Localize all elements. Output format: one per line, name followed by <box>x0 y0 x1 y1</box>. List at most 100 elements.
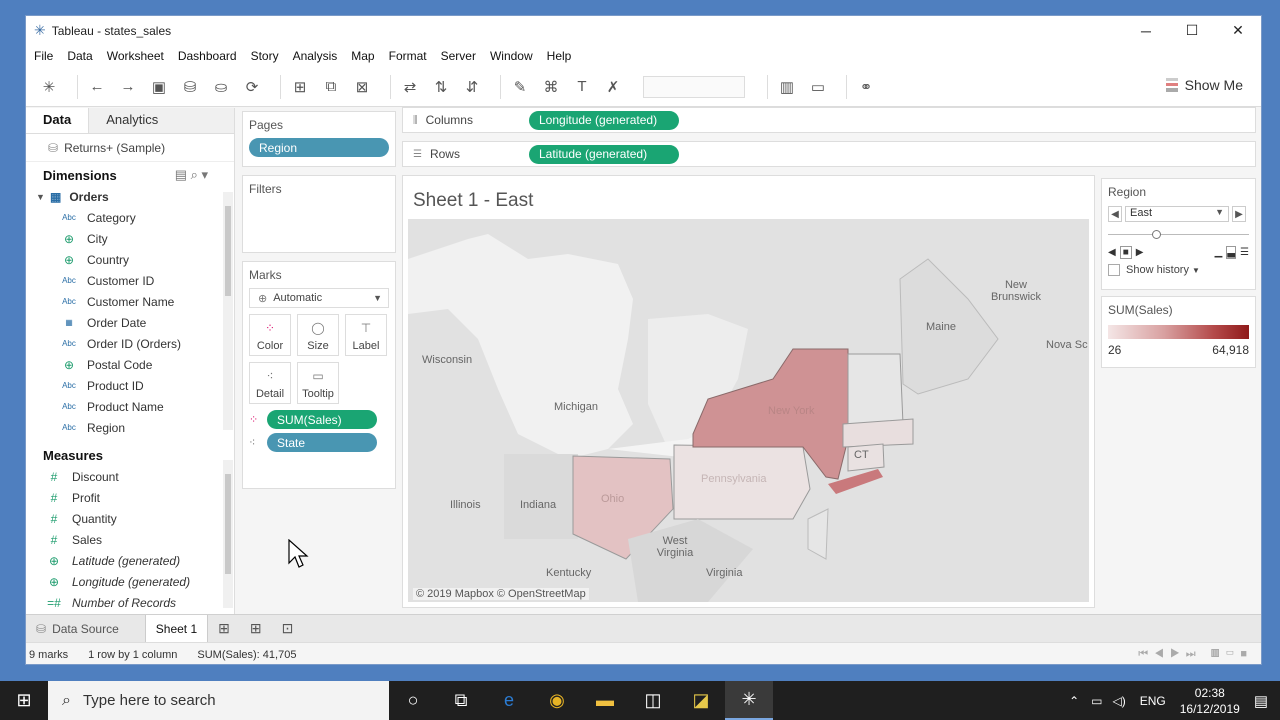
show-mark-labels-icon[interactable]: T <box>571 76 593 98</box>
refresh-icon[interactable]: ⟳ <box>241 76 263 98</box>
fit-dropdown[interactable] <box>643 75 745 98</box>
speed-fast-button[interactable]: ☰ <box>1240 247 1249 258</box>
task-view-icon[interactable]: ⧉ <box>437 681 485 720</box>
undo-icon[interactable]: ← <box>86 76 108 98</box>
region-dropdown[interactable]: East ▼ <box>1125 206 1229 222</box>
field-item[interactable]: =# Number of Records <box>26 592 234 613</box>
filters-shelf[interactable]: Filters <box>242 175 396 253</box>
field-item[interactable]: ⊕ City <box>26 228 234 249</box>
mark-type-dropdown[interactable]: ⊕ Automatic ▼ <box>249 288 389 308</box>
field-item[interactable]: Abc Region <box>26 417 234 438</box>
dimensions-scrollbar[interactable] <box>223 192 233 430</box>
rows-shelf[interactable]: ☰ Rows Latitude (generated) <box>402 141 1256 167</box>
play-forward-button[interactable]: ▶ <box>1136 247 1144 258</box>
tableau-home-icon[interactable]: ✳ <box>38 76 60 98</box>
field-item[interactable]: ▦ Order Date <box>26 312 234 333</box>
table-orders[interactable]: ▼ ▦ Orders <box>26 186 234 207</box>
marks-pill-sum-sales[interactable]: SUM(Sales) <box>267 410 377 429</box>
collapse-icon[interactable]: ▼ <box>36 192 50 202</box>
edge-icon[interactable]: e <box>485 681 533 720</box>
tab-analytics[interactable]: Analytics <box>88 108 234 133</box>
view-options-icon[interactable]: ▤ ⌕ ▾ <box>175 167 208 183</box>
cortana-icon[interactable]: ○ <box>389 681 437 720</box>
sheet-nav-icons[interactable]: ⏮◀▶⏭ ▦▭■ <box>1138 648 1253 661</box>
pages-shelf[interactable]: Pages Region <box>242 111 396 167</box>
field-item[interactable]: Abc Customer Name <box>26 291 234 312</box>
dimensions-scrollbar-thumb[interactable] <box>225 206 231 296</box>
columns-shelf[interactable]: ⫼ Columns Longitude (generated) <box>402 107 1256 133</box>
page-speed-slider[interactable] <box>1108 230 1249 240</box>
menu-help[interactable]: Help <box>547 49 572 63</box>
menu-data[interactable]: Data <box>67 49 92 63</box>
notifications-icon[interactable]: ▤ <box>1254 692 1268 710</box>
datasource-row[interactable]: ⛁ Returns+ (Sample) <box>26 134 234 162</box>
redo-icon[interactable]: → <box>117 76 139 98</box>
menu-story[interactable]: Story <box>251 49 279 63</box>
field-item[interactable]: ⊕ Postal Code <box>26 354 234 375</box>
new-worksheet-icon[interactable]: ⊞ <box>289 76 311 98</box>
menu-server[interactable]: Server <box>441 49 476 63</box>
field-item[interactable]: # Discount <box>26 466 234 487</box>
measures-scrollbar[interactable] <box>223 460 233 608</box>
taskbar-search-box[interactable]: ⌕ Type here to search <box>48 681 389 720</box>
field-item[interactable]: Abc Product Name <box>26 396 234 417</box>
sheet-1-tab[interactable]: Sheet 1 <box>144 614 209 643</box>
close-button[interactable]: ✕ <box>1215 16 1261 45</box>
new-worksheet-tab-icon[interactable]: ⊞ <box>208 615 240 643</box>
prev-page-button[interactable]: ◀ <box>1108 206 1122 222</box>
measures-scrollbar-thumb[interactable] <box>225 474 231 574</box>
duplicate-sheet-icon[interactable]: ⧉ <box>320 76 342 98</box>
swap-rows-columns-icon[interactable]: ⇄ <box>399 76 421 98</box>
field-item[interactable]: # Profit <box>26 487 234 508</box>
data-source-tab[interactable]: ⛁ Data Source <box>26 615 129 643</box>
marks-label-button[interactable]: ⊤ Label <box>345 314 387 356</box>
share-icon[interactable]: ⚭ <box>855 76 877 98</box>
minimize-button[interactable]: ─ <box>1123 16 1169 45</box>
field-item[interactable]: Abc Category <box>26 207 234 228</box>
play-back-button[interactable]: ◀ <box>1108 247 1116 258</box>
sort-ascending-icon[interactable]: ⇅ <box>430 76 452 98</box>
sort-descending-icon[interactable]: ⇵ <box>461 76 483 98</box>
show-me-button[interactable]: Show Me <box>1165 77 1243 93</box>
clock[interactable]: 02:38 16/12/2019 <box>1180 685 1240 717</box>
speed-slow-button[interactable]: ▁ <box>1215 247 1223 258</box>
language-indicator[interactable]: ENG <box>1140 694 1166 708</box>
pages-pill-region[interactable]: Region <box>249 138 389 157</box>
marks-tooltip-button[interactable]: ▭ Tooltip <box>297 362 339 404</box>
pause-updates-icon[interactable]: ⛀ <box>210 76 232 98</box>
show-hidden-icons-icon[interactable]: ⌃ <box>1069 694 1079 708</box>
new-story-tab-icon[interactable]: ⊡ <box>272 615 304 643</box>
menu-format[interactable]: Format <box>389 49 427 63</box>
tab-data[interactable]: Data <box>26 108 89 133</box>
columns-pill-longitude[interactable]: Longitude (generated) <box>529 110 679 130</box>
windows-start-icon[interactable]: ⊞ <box>0 681 48 720</box>
field-item[interactable]: ⊕ Longitude (generated) <box>26 571 234 592</box>
menu-map[interactable]: Map <box>351 49 374 63</box>
group-members-icon[interactable]: ⌘ <box>540 76 562 98</box>
presentation-mode-icon[interactable]: ▭ <box>807 76 829 98</box>
speed-medium-button[interactable]: ▃ <box>1226 246 1237 259</box>
marks-detail-button[interactable]: ⁖ Detail <box>249 362 291 404</box>
field-item[interactable]: # Sales <box>26 529 234 550</box>
chevron-down-icon[interactable]: ▼ <box>1192 266 1200 275</box>
marks-size-button[interactable]: ◯ Size <box>297 314 339 356</box>
field-item[interactable]: Abc Product ID <box>26 375 234 396</box>
maximize-button[interactable]: ☐ <box>1169 16 1215 45</box>
clear-sheet-icon[interactable]: ⊠ <box>351 76 373 98</box>
network-icon[interactable]: ▭ <box>1091 694 1102 708</box>
field-item[interactable]: ⊕ Latitude (generated) <box>26 550 234 571</box>
next-page-button[interactable]: ▶ <box>1232 206 1246 222</box>
menu-worksheet[interactable]: Worksheet <box>107 49 164 63</box>
menu-dashboard[interactable]: Dashboard <box>178 49 237 63</box>
highlight-icon[interactable]: ✎ <box>509 76 531 98</box>
sticky-app-icon[interactable]: ◪ <box>677 681 725 720</box>
save-icon[interactable]: ▣ <box>148 76 170 98</box>
marks-pill-state[interactable]: State <box>267 433 377 452</box>
menu-file[interactable]: File <box>34 49 53 63</box>
menu-analysis[interactable]: Analysis <box>293 49 338 63</box>
store-icon[interactable]: ◫ <box>629 681 677 720</box>
rows-pill-latitude[interactable]: Latitude (generated) <box>529 144 679 164</box>
stop-button[interactable]: ■ <box>1119 246 1132 259</box>
marks-color-button[interactable]: ⁘ Color <box>249 314 291 356</box>
show-history-checkbox[interactable] <box>1108 264 1120 276</box>
